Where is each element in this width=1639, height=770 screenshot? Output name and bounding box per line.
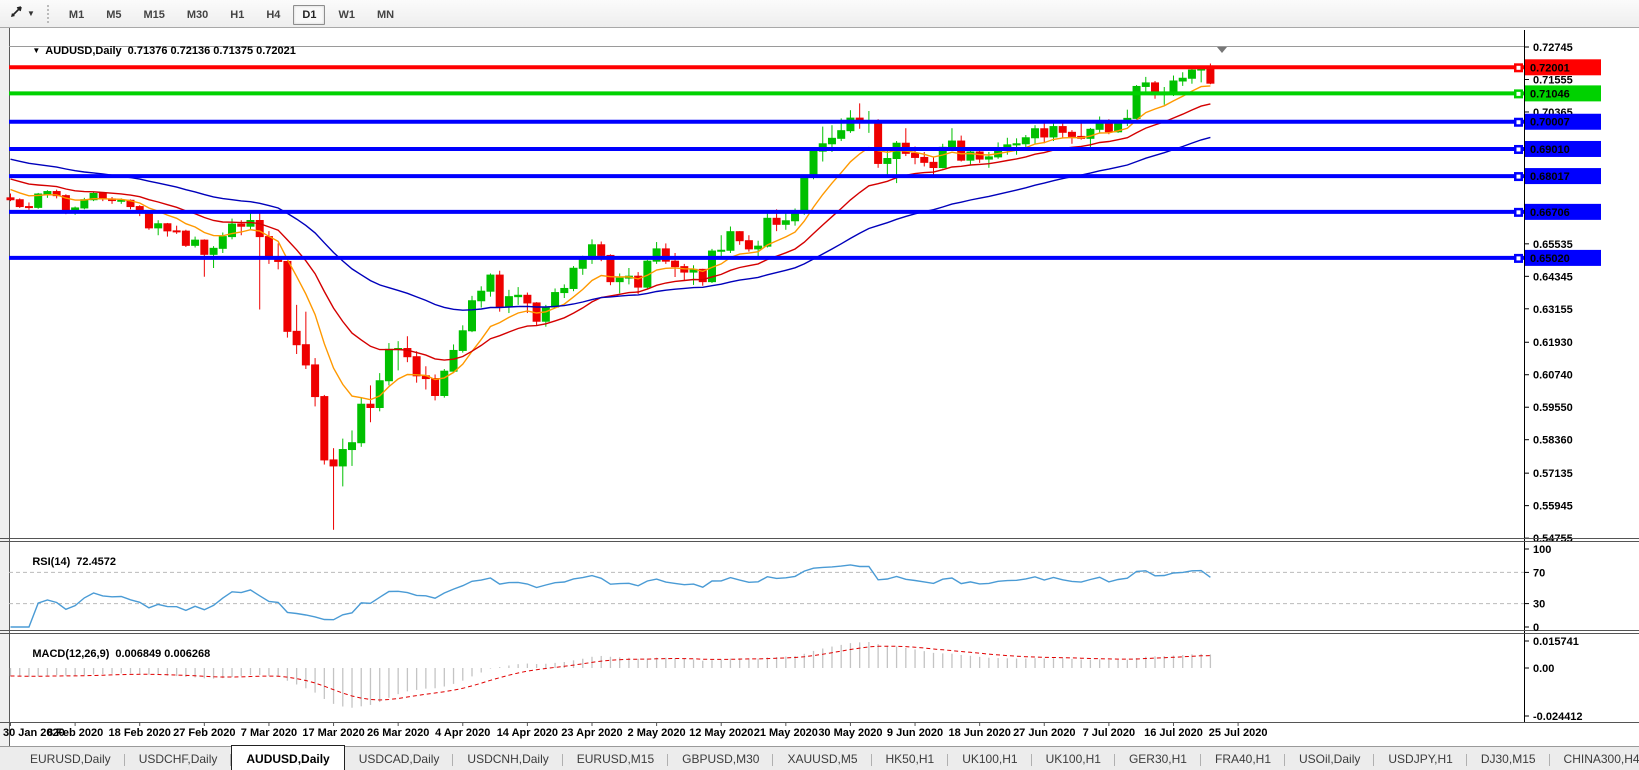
date-axis-label: 7 Mar 2020 [241,727,297,739]
chart-tab-eurusd-m15[interactable]: EURUSD,M15 [563,748,669,770]
date-axis-label: 7 Jul 2020 [1083,727,1136,739]
chart-tab-xauusd-m5[interactable]: XAUUSD,M5 [773,748,872,770]
date-axis-label: 8 Feb 2020 [47,727,103,739]
price-axis-tick: 0.57135 [1533,468,1573,480]
terminal-window: ▼ M1 M5 M15 M30 H1 H4 D1 W1 MN 0.72745 0.71555 0.7… [0,0,1639,770]
chart-tab-uk100-h1[interactable]: UK100,H1 [1032,748,1116,770]
macd-name: MACD(12,26,9) [32,648,110,660]
chart-tab-china300-h4[interactable]: CHINA300,H4 [1550,748,1639,770]
price-level-badge-text: 0.69010 [1530,144,1570,156]
timeframe-buttons: M1 M5 M15 M30 H1 H4 D1 W1 MN [58,4,405,25]
price-level-badge-text: 0.66706 [1530,207,1570,219]
timeframe-button-h1[interactable]: H1 [221,5,253,25]
date-axis-label: 27 Jun 2020 [1013,727,1075,739]
date-axis-label: 2 May 2020 [628,727,686,739]
date-axis-label: 12 May 2020 [689,727,753,739]
chart-title: ▼ AUDUSD,Daily 0.71376 0.72136 0.71375 0.7… [14,33,296,69]
chevron-down-icon: ▼ [27,9,35,18]
toolbar: ▼ M1 M5 M15 M30 H1 H4 D1 W1 MN [0,0,1639,28]
chart-tab-eurusd-daily[interactable]: EURUSD,Daily [16,748,125,770]
chart-tab-audusd-daily[interactable]: AUDUSD,Daily [231,745,345,770]
macd-values: 0.006849 0.006268 [115,648,211,660]
date-axis-label: 26 Mar 2020 [367,727,429,739]
macd-axis-tick: -0.024412 [1533,711,1583,723]
date-axis-label: 14 Apr 2020 [497,727,558,739]
price-level-badge-text: 0.70007 [1530,117,1570,129]
chart-tab-gbpusd-m30[interactable]: GBPUSD,M30 [668,748,774,770]
timeframe-button-d1[interactable]: D1 [293,4,326,25]
price-axis-tick: 0.64345 [1533,271,1573,283]
rsi-axis-tick: 30 [1533,599,1545,611]
price-level-badge-text: 0.65020 [1530,253,1570,265]
cursor-tool-button[interactable]: ▼ [4,1,41,26]
timeframe-button-m1[interactable]: M1 [60,5,93,25]
date-axis-label: 16 Jul 2020 [1144,727,1203,739]
chart-ohlc-values: 0.71376 0.72136 0.71375 0.72021 [127,45,296,57]
date-axis-label: 18 Feb 2020 [109,727,171,739]
chart-tab-usdjpy-h1[interactable]: USDJPY,H1 [1374,748,1468,770]
toolbar-grip[interactable] [44,4,52,23]
chart-tab-usoil-daily[interactable]: USOil,Daily [1285,748,1375,770]
chart-tab-bar: EURUSD,Daily USDCHF,Daily AUDUSD,Daily USDC… [0,745,1639,770]
chart-symbol-label: AUDUSD,Daily [45,45,122,57]
price-axis-tick: 0.63155 [1533,304,1573,316]
price-level-badge-text: 0.72001 [1530,62,1570,74]
date-axis-label: 9 Jun 2020 [887,727,943,739]
timeframe-button-m30[interactable]: M30 [178,5,217,25]
date-axis-label: 4 Apr 2020 [435,727,490,739]
price-axis-tick: 0.55945 [1533,501,1573,513]
timeframe-button-m5[interactable]: M5 [97,5,130,25]
chart-tab-ger30-h1[interactable]: GER30,H1 [1115,748,1202,770]
timeframe-button-m15[interactable]: M15 [134,5,173,25]
price-axis-tick: 0.60740 [1533,370,1573,382]
price-axis-tick: 0.72745 [1533,42,1573,54]
timeframe-button-mn[interactable]: MN [368,5,403,25]
rsi-axis-tick: 0 [1533,622,1539,634]
rsi-indicator-label: RSI(14) 72.4572 [14,544,116,580]
macd-axis-tick: 0.00 [1533,663,1554,675]
date-axis-label: 23 Apr 2020 [561,727,622,739]
date-axis-label: 21 May 2020 [754,727,818,739]
cursor-tool-icon [10,4,24,23]
date-axis-label: 17 Mar 2020 [302,727,364,739]
price-axis-tick: 0.58360 [1533,435,1573,447]
macd-indicator-label: MACD(12,26,9) 0.006849 0.006268 [14,636,210,672]
chart-tab-fra40-h1[interactable]: FRA40,H1 [1201,748,1286,770]
rsi-value: 72.4572 [76,556,117,568]
price-axis-tick: 0.65535 [1533,239,1573,251]
collapse-triangle-icon[interactable]: ▼ [32,46,40,55]
chart-tabs: EURUSD,Daily USDCHF,Daily AUDUSD,Daily USDC… [16,745,1639,770]
timeframe-button-w1[interactable]: W1 [329,5,364,25]
date-axis-label: 30 May 2020 [818,727,882,739]
price-level-badge-text: 0.71046 [1530,88,1570,100]
price-axis-tick: 0.61930 [1533,337,1573,349]
price-axis-tick: 0.71555 [1533,74,1573,86]
price-level-badge-text: 0.68017 [1530,171,1570,183]
chart-tab-uk100-h1[interactable]: UK100,H1 [948,748,1032,770]
rsi-axis-tick: 70 [1533,567,1545,579]
chart-window: 0.72745 0.71555 0.70365 0.65535 0.64345 0.631… [0,28,1639,746]
price-axis-tick: 0.59550 [1533,402,1573,414]
date-axis-label: 25 Jul 2020 [1209,727,1268,739]
macd-axis-tick: 0.015741 [1533,636,1579,648]
chart-tab-usdcnh-daily[interactable]: USDCNH,Daily [453,748,564,770]
date-axis-label: 18 Jun 2020 [948,727,1010,739]
timeframe-button-h4[interactable]: H4 [257,5,289,25]
chart-canvas[interactable]: 0.727450.715550.703650.655350.643450.631… [0,28,1639,746]
rsi-axis-tick: 100 [1533,544,1551,556]
date-axis-label: 27 Feb 2020 [173,727,235,739]
chart-tab-usdcad-daily[interactable]: USDCAD,Daily [345,748,454,770]
rsi-name: RSI(14) [32,556,71,568]
chart-tab-dj30-m15[interactable]: DJ30,M15 [1467,748,1550,770]
chart-tab-usdchf-daily[interactable]: USDCHF,Daily [125,748,232,770]
chart-tab-hk50-h1[interactable]: HK50,H1 [872,748,949,770]
